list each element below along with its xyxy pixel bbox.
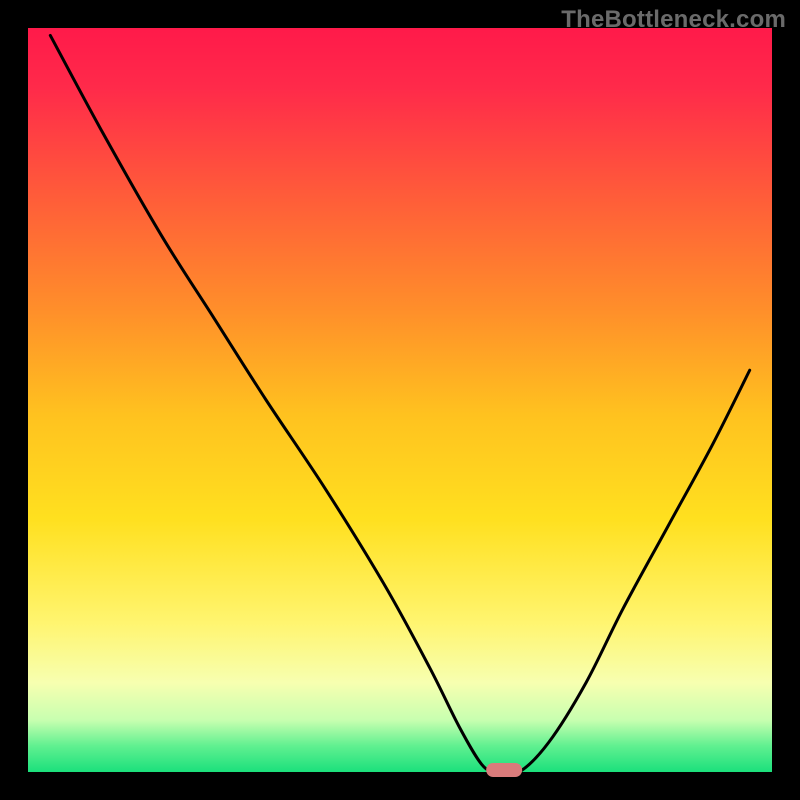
watermark-text: TheBottleneck.com xyxy=(561,6,786,34)
plot-area xyxy=(28,28,772,772)
chart-container xyxy=(0,0,800,800)
bottleneck-chart xyxy=(0,0,800,800)
optimal-marker xyxy=(486,763,522,777)
